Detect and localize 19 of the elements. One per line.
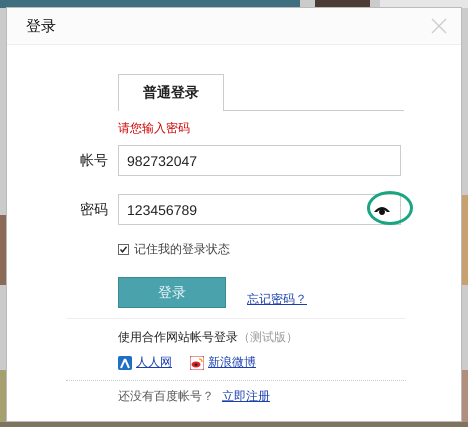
partner-link[interactable]: 人人网: [136, 354, 172, 371]
error-message: 请您输入密码: [118, 120, 190, 137]
field-label: 帐号: [80, 152, 109, 170]
partner-link[interactable]: 新浪微博: [208, 354, 256, 371]
register-prompt: 还没有百度帐号？: [118, 388, 214, 405]
forgot-password-link[interactable]: 忘记密码？: [247, 291, 307, 308]
checkbox[interactable]: [118, 244, 129, 255]
register-link[interactable]: 立即注册: [222, 388, 270, 405]
field-label: 密码: [80, 200, 109, 218]
password-field[interactable]: 123456789: [118, 194, 401, 225]
checkbox-label: 记住我的登录状态: [134, 241, 230, 258]
eye-icon[interactable]: [373, 204, 391, 216]
partner-login-title: 使用合作网站帐号登录: [118, 329, 238, 346]
eye-logo-icon: [190, 356, 204, 370]
account-field[interactable]: 982732047: [118, 145, 401, 176]
person-icon: [118, 356, 132, 370]
tab[interactable]: 普通登录: [118, 74, 224, 111]
beta-note: （测试版）: [238, 329, 298, 346]
dialog-title: 登录: [26, 16, 56, 36]
